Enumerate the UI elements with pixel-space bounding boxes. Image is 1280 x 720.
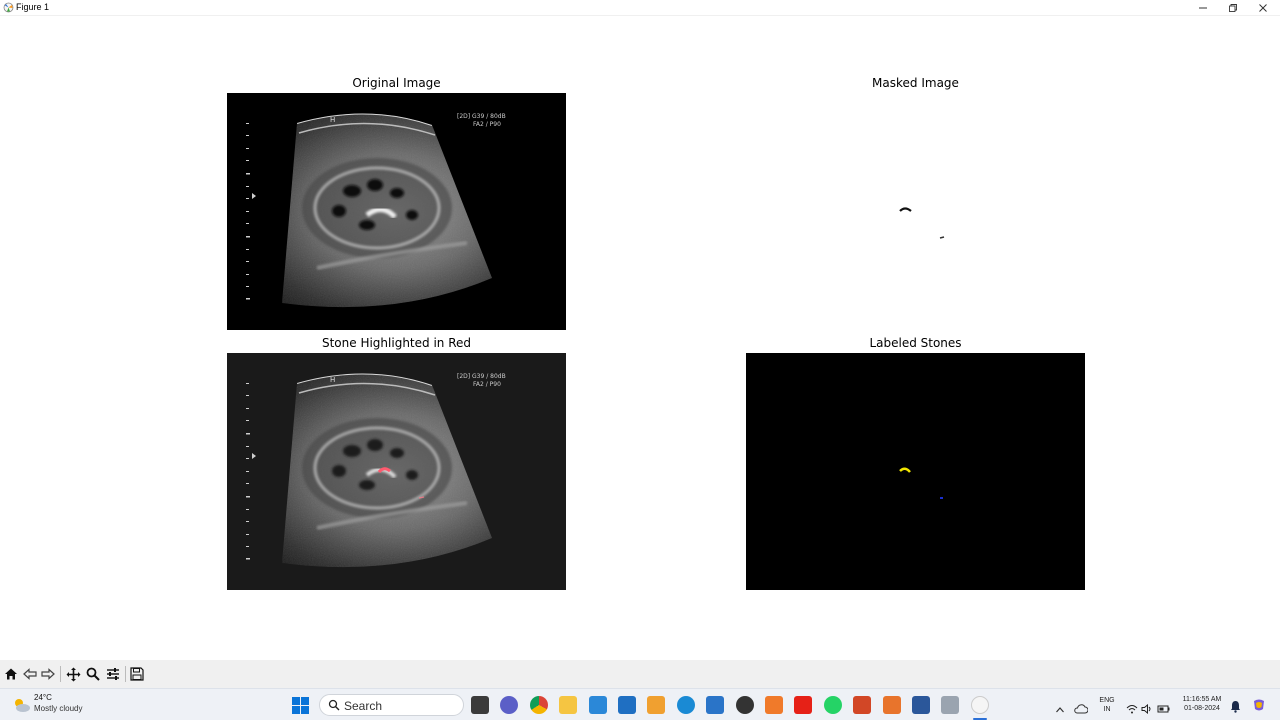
zoom-icon <box>86 667 100 681</box>
recorder-icon[interactable] <box>941 696 959 714</box>
taskbar-search[interactable]: Search <box>319 694 464 716</box>
pan-icon <box>66 667 80 681</box>
ultrasound-highlighted: H [2D] G39 / 80dB FA2 / P90 <box>227 353 566 590</box>
search-label: Search <box>344 699 383 713</box>
forward-button[interactable] <box>39 665 57 683</box>
cloud-icon <box>1074 704 1089 714</box>
language-code: ENG <box>1099 697 1115 704</box>
speaker-icon <box>1141 703 1151 715</box>
region-code: IN <box>1103 706 1111 713</box>
back-icon <box>23 668 37 680</box>
weather-temp: 24°C <box>34 693 52 702</box>
pan-button[interactable] <box>64 665 82 683</box>
matplotlib-app-icon <box>3 2 14 13</box>
edge-icon[interactable] <box>677 696 695 714</box>
task-view-icon[interactable] <box>471 696 489 714</box>
mask-stone-2 <box>939 236 945 239</box>
wifi-icon <box>1126 705 1138 714</box>
panel-title-highlighted: Stone Highlighted in Red <box>321 336 471 350</box>
configure-subplots-icon <box>107 668 119 680</box>
battery-button[interactable] <box>1157 699 1171 718</box>
mask-image <box>746 93 1085 330</box>
chrome-icon[interactable] <box>530 696 548 714</box>
panel-title-original: Original Image <box>352 76 441 90</box>
masked-image <box>746 93 1085 330</box>
ultrasound-image: H [2D] G39 / 80dB FA2 / P90 <box>227 93 566 330</box>
dell-icon[interactable] <box>736 696 754 714</box>
toolbar-separator <box>60 666 61 682</box>
window-titlebar: Figure 1 <box>0 0 1280 16</box>
folder-icon[interactable] <box>559 696 577 714</box>
vscode-icon[interactable] <box>618 696 636 714</box>
configure-subplots-button[interactable] <box>104 665 122 683</box>
svg-text:H: H <box>330 116 335 124</box>
copilot-button[interactable] <box>1252 697 1266 716</box>
matlab-icon[interactable] <box>883 696 901 714</box>
panel-title-masked: Masked Image <box>872 76 959 90</box>
xampp-icon[interactable] <box>765 696 783 714</box>
battery-icon <box>1157 705 1170 713</box>
matplotlib-icon[interactable] <box>971 696 989 714</box>
word-icon[interactable] <box>912 696 930 714</box>
windows-start-icon <box>292 697 309 714</box>
minimize-button[interactable] <box>1188 0 1218 16</box>
forward-icon <box>41 668 55 680</box>
figure-canvas[interactable]: Original Image H [2D] G39 / 80dB FA2 / P… <box>0 16 1280 660</box>
overlay-text-line2: FA2 / P90 <box>473 381 501 388</box>
wifi-button[interactable] <box>1126 699 1138 718</box>
toolbar-separator <box>125 666 126 682</box>
weather-condition: Mostly cloudy <box>34 704 83 713</box>
whatsapp-icon[interactable] <box>824 696 842 714</box>
panel-title-labeled: Labeled Stones <box>869 336 962 350</box>
label-stone-blue <box>940 497 943 499</box>
clock[interactable]: 11:16:55 AM 01-08-2024 <box>1176 695 1228 713</box>
chevron-up-icon <box>1056 707 1064 713</box>
home-icon <box>5 668 17 680</box>
powerpoint-icon[interactable] <box>853 696 871 714</box>
clock-date: 01-08-2024 <box>1184 705 1220 712</box>
window-title: Figure 1 <box>16 2 50 12</box>
back-button[interactable] <box>21 665 39 683</box>
search-icon <box>328 699 340 711</box>
language-indicator[interactable]: ENG IN <box>1096 696 1118 714</box>
svg-text:H: H <box>330 376 335 384</box>
start-button[interactable] <box>292 697 309 718</box>
store-icon[interactable] <box>706 696 724 714</box>
restore-icon <box>1229 4 1237 12</box>
cloud-sun-icon <box>15 699 30 712</box>
overlay-text-line1: [2D] G39 / 80dB <box>457 373 506 380</box>
onedrive-button[interactable] <box>1074 699 1089 718</box>
copilot-icon <box>1254 699 1264 711</box>
labeled-image <box>746 353 1085 590</box>
save-button[interactable] <box>128 665 146 683</box>
highlighted-image: H [2D] G39 / 80dB FA2 / P90 <box>227 353 566 590</box>
chat-icon[interactable] <box>500 696 518 714</box>
notepad-icon[interactable] <box>589 696 607 714</box>
volume-button[interactable] <box>1141 699 1153 718</box>
notifications-button[interactable] <box>1230 698 1241 717</box>
tray-overflow-button[interactable] <box>1055 700 1065 713</box>
zoom-button[interactable] <box>84 665 102 683</box>
close-button[interactable] <box>1248 0 1278 16</box>
label-map <box>746 353 1085 590</box>
clock-time: 11:16:55 AM <box>1182 696 1222 703</box>
youtube-icon[interactable] <box>794 696 812 714</box>
original-image: H [2D] G39 / 80dB FA2 / P90 <box>227 93 566 330</box>
bell-icon <box>1231 701 1240 713</box>
matplotlib-toolbar <box>0 660 1280 688</box>
overlay-text-line2: FA2 / P90 <box>473 121 501 128</box>
restore-button[interactable] <box>1218 0 1248 16</box>
git-icon[interactable] <box>647 696 665 714</box>
home-button[interactable] <box>2 665 20 683</box>
save-icon <box>130 667 144 681</box>
overlay-text-line1: [2D] G39 / 80dB <box>457 113 506 120</box>
weather-widget[interactable]: 24°C Mostly cloudy <box>12 693 92 717</box>
minimize-icon <box>1199 7 1207 9</box>
windows-taskbar: 24°C Mostly cloudy Search ENG IN 11:16:5… <box>0 688 1280 720</box>
close-icon <box>1259 4 1267 12</box>
